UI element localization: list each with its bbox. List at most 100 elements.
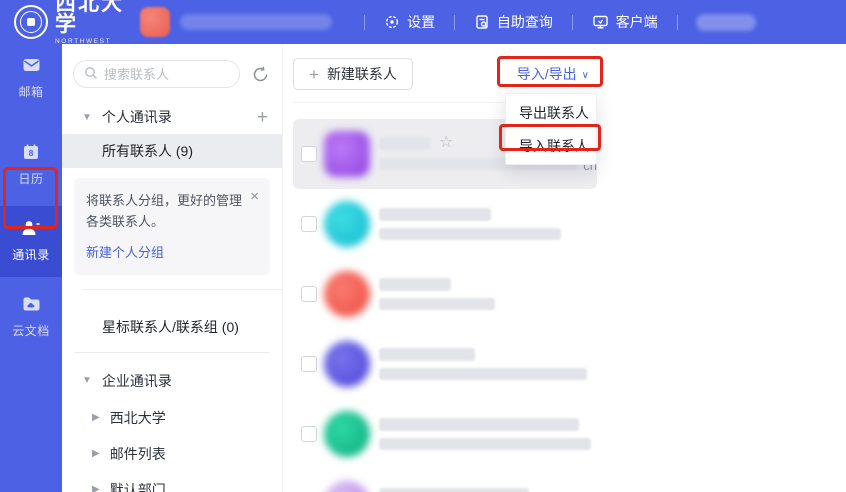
personal-contacts-section[interactable]: ▼ 个人通讯录 + [62,106,282,128]
contact-avatar [324,341,370,387]
contact-row[interactable]: ☆ [293,259,597,329]
chevron-down-icon: ∨ [582,70,589,81]
rail-label-calendar: 日历 [18,170,43,187]
enterprise-tree-item[interactable]: ▶ 西北大学 [62,408,282,428]
enterprise-tree-label: 邮件列表 [110,444,166,464]
rail-item-mail[interactable]: 邮箱 [0,46,62,109]
topbar-divider [454,15,455,30]
star-icon[interactable]: ☆ [439,135,453,151]
search-icon [84,66,98,83]
dropdown-item-label: 导出联系人 [519,103,589,123]
plus-icon: + [309,66,319,83]
contacts-page: 西北大学 NORTHWEST UNIVERSITY 设置 [0,0,846,492]
contact-name-redacted [379,208,491,221]
personal-contacts-title: 个人通讯录 [102,107,172,127]
university-seal-logo [14,5,48,39]
search-input[interactable] [104,67,229,82]
settings-label: 设置 [407,12,435,32]
contact-email-redacted [379,368,587,380]
new-personal-group-link[interactable]: 新建个人分组 [86,242,164,261]
topbar-text-redacted [696,14,756,31]
dropdown-menu-item[interactable]: 导出联系人 [506,96,596,129]
enterprise-tree-item[interactable]: ▶ 邮件列表 [62,444,282,464]
dropdown-item-label: 导入联系人 [519,136,589,156]
contact-name-redacted [379,278,451,291]
import-export-dropdown: 导出联系人 导入联系人 [505,93,597,165]
contact-search-box[interactable] [73,60,240,88]
add-group-icon[interactable]: + [257,108,268,127]
cloud-folder-icon [21,294,42,317]
svg-text:8: 8 [29,148,34,158]
dropdown-menu-item[interactable]: 导入联系人 [506,129,596,162]
topbar: 西北大学 NORTHWEST UNIVERSITY 设置 [0,0,846,44]
contacts-sidebar-panel: ▼ 个人通讯录 + 所有联系人 (9) 将联系人分组，更好的管理各类联系人。 ×… [62,44,283,492]
divider [74,352,270,353]
rail-item-contacts[interactable]: 通讯录 [0,206,62,277]
contacts-icon [20,218,42,241]
gear-icon [384,14,400,30]
row-checkbox[interactable] [301,146,317,162]
user-avatar[interactable] [140,7,170,37]
current-user[interactable] [140,7,332,37]
import-export-label: 导入/导出 [517,64,577,84]
contact-avatar [324,271,370,317]
client-download-label: 客户端 [616,12,658,32]
document-search-icon [474,14,490,30]
topbar-divider [572,15,573,30]
self-service-query-label: 自助查询 [497,12,553,32]
contact-row[interactable]: ☆ [293,329,597,399]
chevron-down-icon: ▼ [82,112,92,123]
promo-text: 将联系人分组，更好的管理各类联系人。 [86,190,244,233]
contact-list: ☆ cn [293,119,597,492]
contact-avatar [324,411,370,457]
topbar-divider [364,15,365,30]
chevron-right-icon: ▶ [92,448,100,459]
contact-avatar [324,131,370,177]
enterprise-tree-label: 西北大学 [110,408,166,428]
starred-contacts-label: 星标联系人/联系组 (0) [102,319,239,335]
contact-email-redacted [379,298,495,310]
rail-item-calendar[interactable]: 8 日历 [0,133,62,196]
rail-label-contacts: 通讯录 [12,246,50,263]
rail-item-clouddocs[interactable]: 云文档 [0,285,62,348]
row-checkbox[interactable] [301,216,317,232]
monitor-icon [592,14,609,30]
brand-title-zh: 西北大学 [55,0,124,35]
user-name-redacted [180,14,332,30]
contact-name-redacted [379,488,529,492]
app-rail: 邮箱 8 日历 通讯录 [0,44,62,492]
chevron-down-icon: ▼ [82,375,92,386]
divider [82,289,282,290]
close-icon[interactable]: × [250,189,259,204]
all-contacts-item[interactable]: 所有联系人 (9) [62,134,282,168]
contact-row[interactable]: ☆ [293,189,597,259]
import-export-button[interactable]: 导入/导出 ∨ [509,58,597,90]
new-contact-label: 新建联系人 [327,64,397,84]
group-promo-card: 将联系人分组，更好的管理各类联系人。 × 新建个人分组 [74,178,270,275]
contact-name-redacted [379,418,579,431]
self-service-query-button[interactable]: 自助查询 [474,12,553,32]
refresh-icon[interactable] [249,63,271,85]
contact-row[interactable]: ☆ [293,399,597,469]
contact-email-redacted [379,438,591,450]
rail-label-mail: 邮箱 [18,83,43,100]
enterprise-contacts-section[interactable]: ▼ 企业通讯录 [62,370,282,392]
client-download-button[interactable]: 客户端 [592,12,658,32]
chevron-right-icon: ▶ [92,412,100,423]
contact-avatar [324,201,370,247]
contact-avatar [324,481,370,492]
chevron-right-icon: ▶ [92,484,100,492]
settings-button[interactable]: 设置 [384,12,435,32]
contact-email-redacted [379,228,561,240]
contact-row[interactable]: ☆ [293,469,597,492]
new-contact-button[interactable]: + 新建联系人 [293,58,413,90]
starred-contacts-item[interactable]: 星标联系人/联系组 (0) [62,317,282,337]
row-checkbox[interactable] [301,286,317,302]
calendar-icon: 8 [21,142,41,165]
enterprise-contacts-title: 企业通讯录 [102,371,172,391]
row-checkbox[interactable] [301,426,317,442]
row-checkbox[interactable] [301,356,317,372]
contact-name-redacted [379,137,431,150]
enterprise-tree-label: 默认部门 [110,480,166,492]
enterprise-tree-item[interactable]: ▶ 默认部门 [62,480,282,492]
